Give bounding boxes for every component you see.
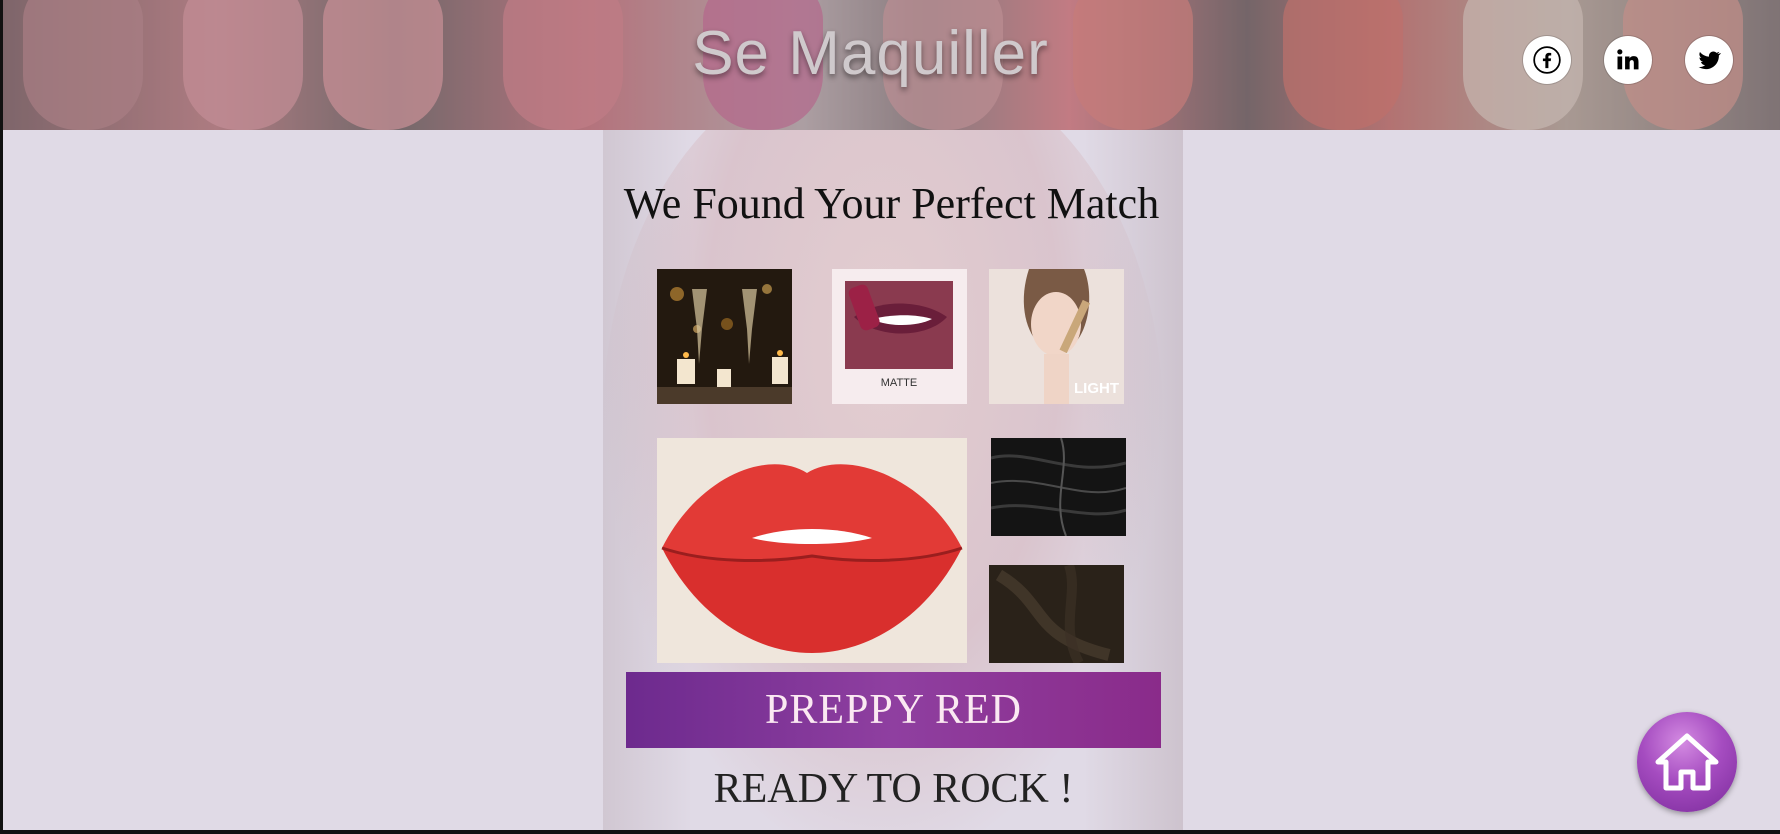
- light-skin-model-image: LIGHT: [989, 269, 1124, 404]
- tagline: READY TO ROCK !: [713, 766, 1074, 812]
- eye-color-image[interactable]: [989, 565, 1124, 663]
- page-title: We Found Your Perfect Match: [623, 179, 1160, 228]
- hair-color-image[interactable]: [991, 438, 1126, 536]
- finish-image[interactable]: MATTE: [832, 269, 967, 404]
- linkedin-icon[interactable]: [1604, 36, 1652, 84]
- home-icon: [1655, 733, 1719, 791]
- light-label: LIGHT: [1074, 380, 1119, 397]
- matte-label: MATTE: [881, 377, 917, 389]
- facebook-icon[interactable]: [1523, 36, 1571, 84]
- skin-tone-image[interactable]: LIGHT: [989, 269, 1124, 404]
- twitter-icon[interactable]: [1685, 36, 1733, 84]
- twitter-icon-glyph: [1698, 51, 1722, 70]
- app-frame: Se Maquiller We Found Your Perfect Match: [3, 0, 1780, 830]
- dark-brown-image: [989, 565, 1124, 663]
- home-button[interactable]: [1637, 712, 1737, 812]
- linkedin-icon-glyph: [1617, 49, 1639, 70]
- site-header: Se Maquiller: [3, 0, 1780, 130]
- site-title[interactable]: Se Maquiller: [3, 18, 1738, 89]
- red-lips-image: [657, 438, 967, 663]
- occasion-image[interactable]: [657, 269, 792, 404]
- champagne-candles-image: [657, 269, 792, 404]
- matte-lipstick-image: MATTE: [832, 269, 967, 404]
- result-name-banner: PREPPY RED: [626, 672, 1161, 748]
- black-hair-image: [991, 438, 1126, 536]
- lipstick-swatch-image[interactable]: [657, 438, 967, 663]
- facebook-icon-glyph: [1533, 46, 1561, 74]
